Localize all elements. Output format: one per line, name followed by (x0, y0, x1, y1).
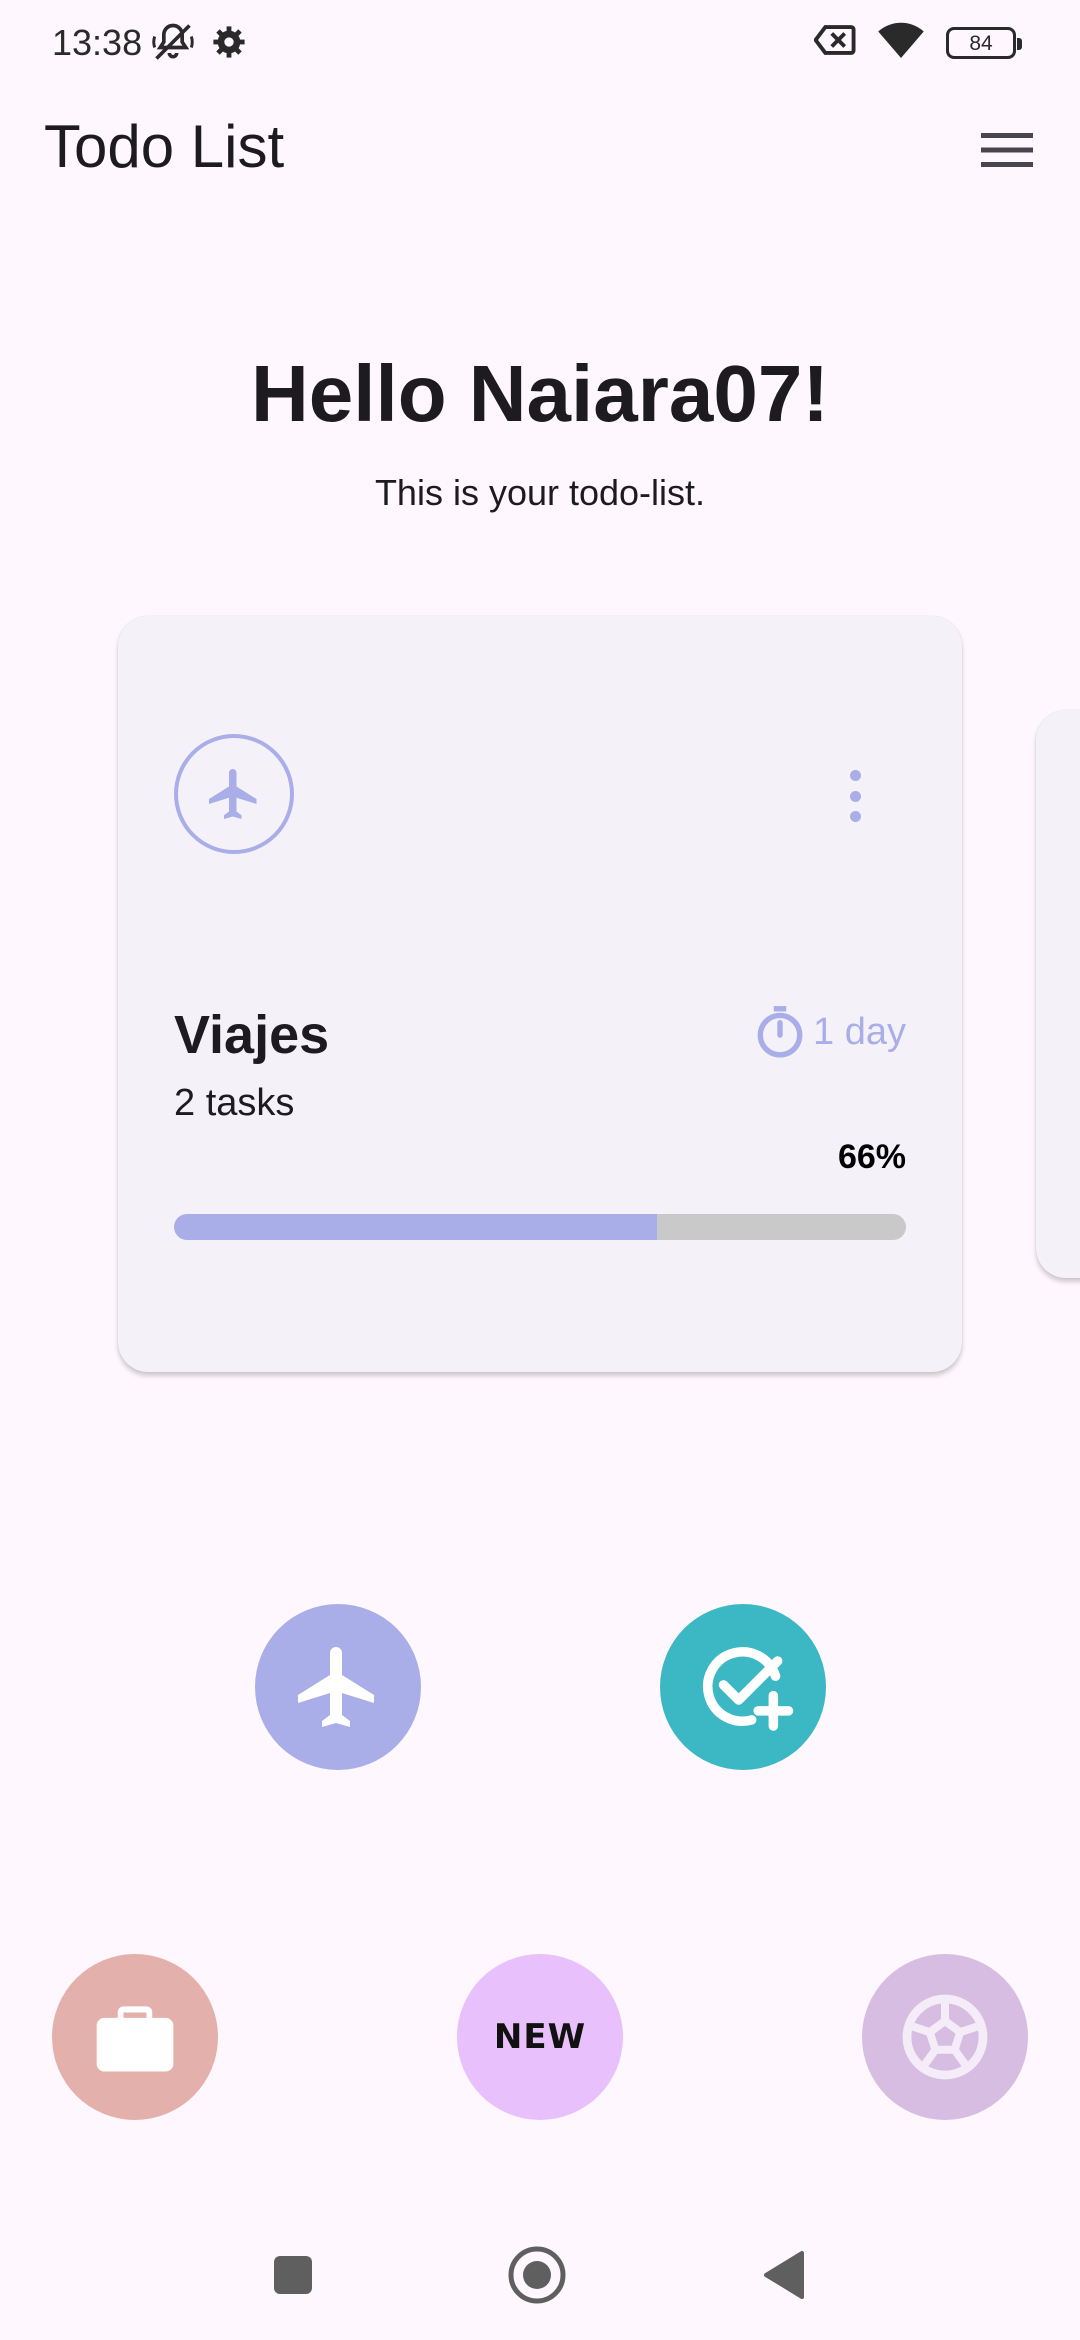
card-category-icon (174, 734, 294, 854)
new-category-button[interactable]: NEW (457, 1954, 623, 2120)
system-nav-bar (0, 2210, 1080, 2340)
home-button[interactable] (502, 2240, 572, 2310)
airplane-icon (209, 769, 257, 819)
greeting-subtitle: This is your todo-list. (374, 472, 706, 513)
next-card-peek[interactable] (1036, 710, 1080, 1278)
wifi-icon (878, 22, 924, 63)
recents-square-icon (274, 2256, 312, 2294)
battery-level: 84 (969, 31, 993, 55)
settings-icon (212, 25, 246, 64)
sim-off-icon (813, 23, 856, 62)
mute-icon (150, 20, 196, 69)
card-time-remaining: 1 day (755, 1004, 906, 1060)
more-dot (849, 790, 861, 802)
add-task-button[interactable] (660, 1604, 826, 1770)
screen: 13:38 84 Todo List Hello Naiara07! This … (0, 0, 1080, 2340)
battery-icon: 84 (946, 26, 1022, 59)
card-progress-bar (174, 1214, 906, 1240)
card-task-count: 2 tasks (174, 1082, 295, 1124)
briefcase-icon (96, 2006, 174, 2072)
menu-button[interactable] (970, 118, 1044, 182)
card-progress-percent: 66% (837, 1138, 906, 1176)
status-bar: 13:38 84 (0, 0, 1080, 86)
home-circle-icon (508, 2246, 566, 2304)
status-right-icons: 84 (813, 22, 1022, 63)
card-time-label: 1 day (813, 1010, 906, 1053)
hamburger-menu-icon (981, 133, 1033, 167)
airplane-category-button[interactable] (255, 1604, 421, 1770)
more-dot (849, 770, 861, 781)
greeting-title: Hello Naiara07! (250, 349, 830, 438)
back-triangle-icon (764, 2251, 804, 2299)
recents-button[interactable] (258, 2240, 328, 2310)
todo-card-viajes[interactable]: Viajes 2 tasks 1 day 66% (118, 616, 962, 1372)
sport-category-button[interactable] (862, 1954, 1028, 2120)
card-progress-fill (174, 1214, 658, 1240)
soccer-ball-icon (902, 1994, 988, 2080)
app-title: Todo List (44, 113, 285, 180)
new-label: NEW (493, 2017, 587, 2057)
timer-icon (757, 1006, 803, 1058)
work-category-button[interactable] (52, 1954, 218, 2120)
more-dot (849, 811, 861, 822)
check-add-icon (703, 1647, 794, 1731)
card-more-button[interactable] (840, 766, 870, 826)
airplane-icon (298, 1647, 374, 1727)
back-button[interactable] (748, 2240, 818, 2310)
status-left-icons (150, 20, 246, 69)
status-time: 13:38 (52, 22, 143, 63)
card-title: Viajes (174, 1005, 330, 1065)
